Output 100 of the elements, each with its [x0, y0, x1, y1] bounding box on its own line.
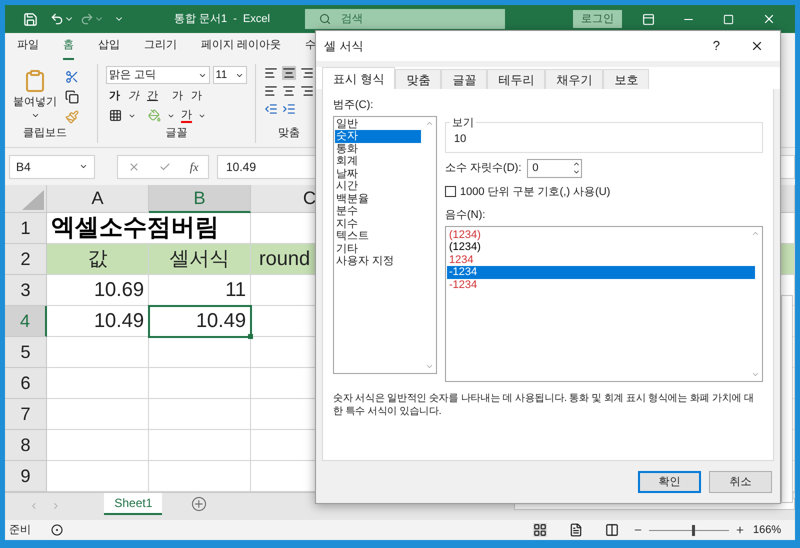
- category-item[interactable]: 텍스트: [335, 230, 421, 242]
- undo-icon[interactable]: [50, 12, 64, 26]
- search-field[interactable]: 검색: [304, 9, 505, 29]
- shrink-font-button[interactable]: 가: [191, 88, 202, 104]
- cell[interactable]: [149, 399, 251, 430]
- paste-label[interactable]: 붙여넣기: [13, 94, 57, 110]
- dialog-tab[interactable]: 맞춤: [395, 69, 442, 89]
- increment-icon[interactable]: [572, 160, 582, 168]
- dialog-tab[interactable]: 보호: [603, 69, 650, 89]
- cell[interactable]: [47, 399, 149, 430]
- category-item[interactable]: 숫자: [335, 130, 421, 142]
- cell[interactable]: [149, 368, 251, 399]
- enter-icon[interactable]: [158, 160, 171, 172]
- align-bottom-icon[interactable]: [300, 66, 314, 80]
- row-header[interactable]: 8: [5, 430, 47, 461]
- font-color-button[interactable]: 가: [181, 108, 192, 122]
- bold-button[interactable]: 가: [109, 88, 120, 104]
- borders-icon[interactable]: [109, 109, 122, 122]
- dialog-tab[interactable]: 글꼴: [441, 69, 488, 89]
- row-header[interactable]: 2: [5, 244, 47, 275]
- category-item[interactable]: 사용자 지정: [335, 255, 421, 268]
- cell[interactable]: 10.49: [47, 306, 149, 337]
- thousands-separator-checkbox[interactable]: [445, 186, 456, 198]
- row-header[interactable]: 6: [5, 368, 47, 399]
- copy-icon[interactable]: [65, 90, 79, 104]
- align-center-icon[interactable]: [282, 84, 296, 98]
- negative-format-item[interactable]: -1234: [447, 278, 755, 291]
- name-box[interactable]: B4: [9, 154, 95, 178]
- row-header[interactable]: 4: [5, 306, 47, 337]
- italic-button[interactable]: 가: [128, 88, 139, 104]
- close-icon[interactable]: [750, 39, 764, 53]
- cell[interactable]: 10.69: [47, 275, 149, 306]
- dialog-tab[interactable]: 표시 형식: [322, 67, 396, 89]
- row-header[interactable]: 3: [5, 275, 47, 306]
- cell[interactable]: [149, 430, 251, 461]
- font-name-dropdown[interactable]: 맑은 고딕: [106, 66, 210, 84]
- indent-decrease-icon[interactable]: [264, 102, 278, 116]
- sheet-tab[interactable]: Sheet1: [104, 493, 162, 515]
- maximize-icon[interactable]: [722, 14, 734, 24]
- sign-in-button[interactable]: 로그인: [572, 10, 622, 28]
- category-item[interactable]: 통화: [335, 142, 421, 155]
- add-sheet-icon[interactable]: [192, 497, 206, 511]
- indent-increase-icon[interactable]: [282, 102, 296, 116]
- cell[interactable]: [47, 368, 149, 399]
- align-middle-icon[interactable]: [282, 66, 296, 80]
- fill-color-icon[interactable]: [148, 109, 161, 122]
- cancel-button[interactable]: 취소: [709, 471, 772, 493]
- insert-function-button[interactable]: fx: [190, 158, 198, 176]
- column-header[interactable]: B: [149, 185, 251, 213]
- cell[interactable]: [149, 337, 251, 368]
- row-header[interactable]: 9: [5, 461, 47, 492]
- underline-button[interactable]: 간: [147, 88, 158, 104]
- category-list[interactable]: 일반 숫자 통화 회계 날짜 시간 백분율 분수 지수 텍스트 기타 사용자 지정: [333, 116, 437, 374]
- grow-font-button[interactable]: 가: [172, 88, 183, 104]
- cell[interactable]: [47, 430, 149, 461]
- page-layout-icon[interactable]: [569, 523, 583, 537]
- ribbon-display-icon[interactable]: [642, 12, 655, 26]
- ok-button[interactable]: 확인: [638, 471, 701, 493]
- row-header[interactable]: 7: [5, 399, 47, 430]
- vertical-scrollbar[interactable]: [781, 295, 793, 503]
- ribbon-tab[interactable]: 그리기: [144, 33, 177, 60]
- cell[interactable]: 10.49: [149, 306, 251, 337]
- category-item[interactable]: 일반: [335, 118, 421, 130]
- dialog-tab[interactable]: 채우기: [545, 69, 604, 89]
- page-break-icon[interactable]: [605, 523, 619, 537]
- negative-format-item[interactable]: (1234): [447, 241, 755, 254]
- save-icon[interactable]: [23, 12, 38, 26]
- negative-format-item[interactable]: 1234: [447, 254, 755, 266]
- decrement-icon[interactable]: [572, 168, 582, 176]
- category-item[interactable]: 회계: [335, 155, 421, 168]
- cell[interactable]: [47, 337, 149, 368]
- ribbon-tab[interactable]: 수: [305, 33, 316, 60]
- negative-format-item[interactable]: (1234): [447, 228, 755, 241]
- dialog-tab[interactable]: 테두리: [487, 69, 546, 89]
- row-header[interactable]: 5: [5, 337, 47, 368]
- cancel-icon[interactable]: [128, 160, 140, 172]
- cell[interactable]: 셀서식: [149, 244, 251, 275]
- help-button[interactable]: ?: [712, 36, 720, 56]
- ribbon-tab[interactable]: 삽입: [98, 33, 120, 60]
- cut-icon[interactable]: [65, 70, 79, 84]
- cell[interactable]: 값: [47, 244, 149, 275]
- negative-numbers-list[interactable]: (1234) (1234) 1234 -1234 -1234: [445, 226, 763, 382]
- category-item[interactable]: 기타: [335, 242, 421, 255]
- category-item[interactable]: 시간: [335, 180, 421, 192]
- thousands-separator-label[interactable]: 1000 단위 구분 기호(,) 사용(U): [460, 184, 610, 200]
- category-item[interactable]: 지수: [335, 218, 421, 230]
- cell[interactable]: 11: [149, 275, 251, 306]
- font-size-dropdown[interactable]: 11: [212, 66, 247, 84]
- align-left-icon[interactable]: [264, 84, 278, 98]
- zoom-in-icon[interactable]: [735, 525, 745, 535]
- row-header[interactable]: 1: [5, 213, 47, 244]
- category-item[interactable]: 분수: [335, 205, 421, 218]
- decimal-places-spinner[interactable]: 0: [527, 158, 582, 178]
- category-item[interactable]: 날짜: [335, 168, 421, 180]
- align-top-icon[interactable]: [264, 66, 278, 80]
- macro-record-icon[interactable]: [51, 524, 63, 536]
- zoom-thumb[interactable]: [692, 524, 695, 536]
- zoom-slider[interactable]: [649, 524, 729, 536]
- ribbon-tab[interactable]: 페이지 레이아웃: [201, 33, 282, 60]
- fill-handle[interactable]: [248, 334, 253, 339]
